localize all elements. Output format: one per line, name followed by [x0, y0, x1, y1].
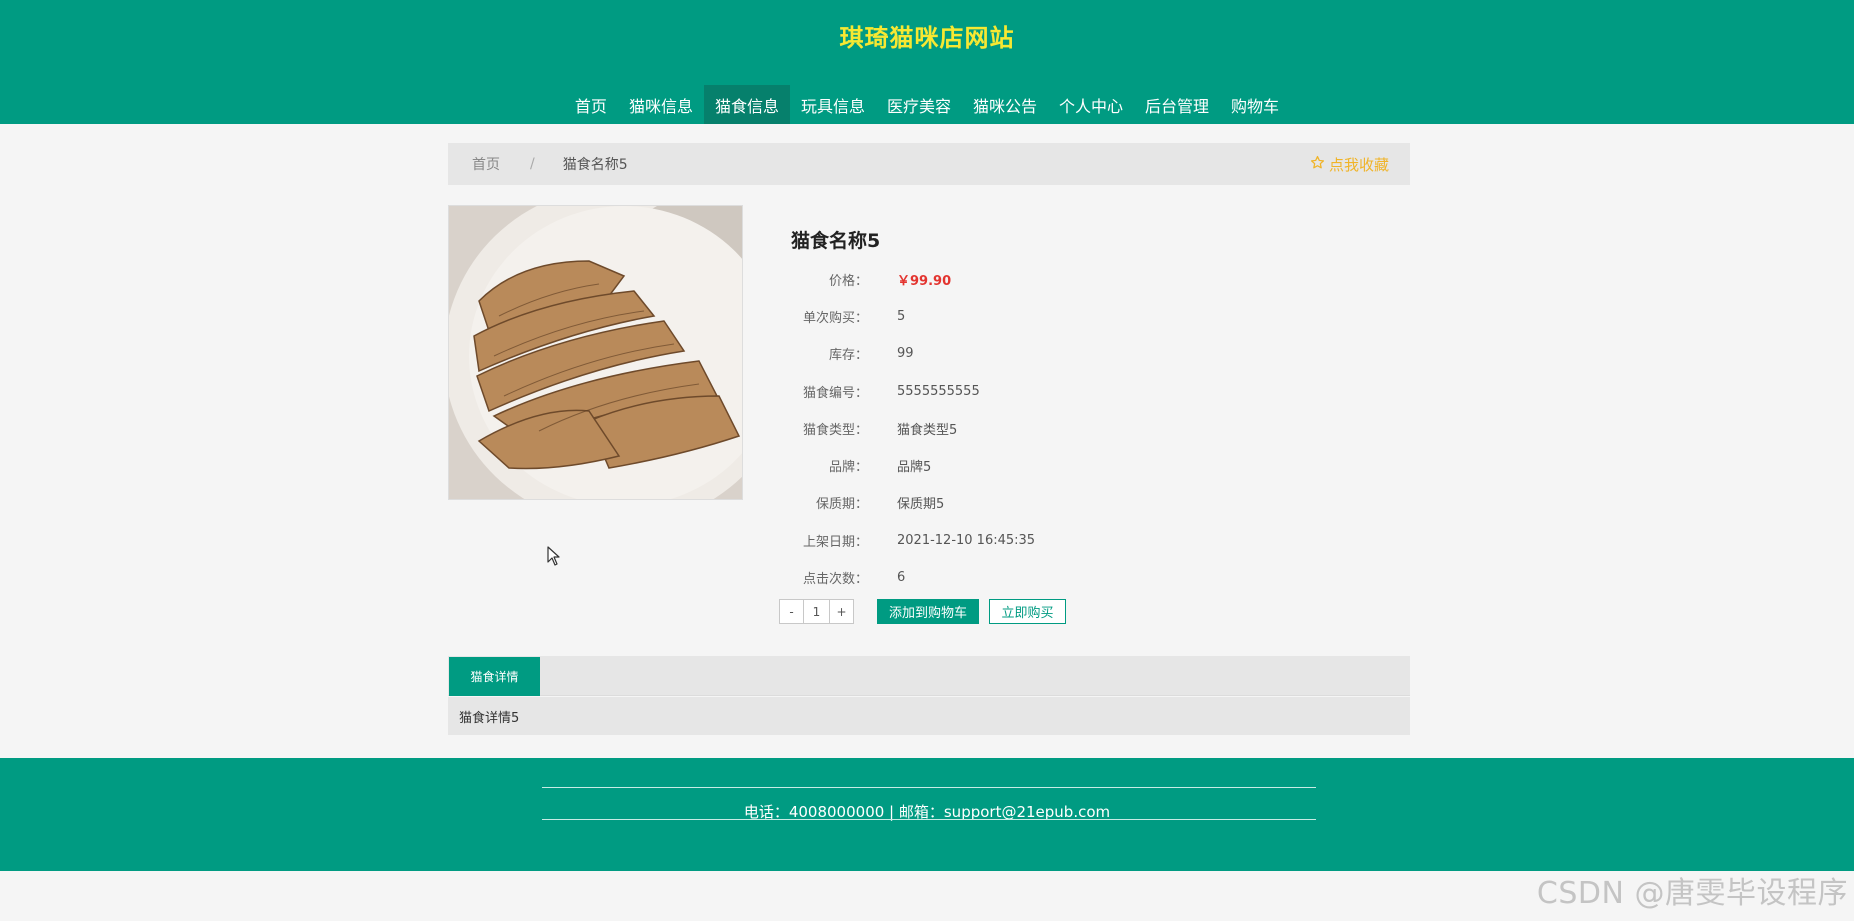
- favorite-label: 点我收藏: [1328, 156, 1389, 174]
- attr-label: 保质期：: [815, 496, 868, 512]
- attr-value: 猫食类型5: [897, 422, 958, 438]
- watermark: CSDN @唐雯毕设程序: [1536, 876, 1848, 911]
- attr-value: 保质期5: [897, 496, 945, 512]
- product-image: [448, 205, 743, 500]
- attr-value-price: ￥99.90: [897, 273, 952, 289]
- breadcrumb-home[interactable]: 首页: [472, 154, 500, 174]
- quantity-stepper: - 1 +: [779, 599, 854, 624]
- attr-label: 库存：: [828, 347, 868, 363]
- attr-label: 猫食编号：: [802, 385, 868, 401]
- quantity-minus-button[interactable]: -: [779, 599, 804, 624]
- nav-item-home[interactable]: 首页: [564, 85, 618, 124]
- attr-value: 5555555555: [897, 383, 980, 399]
- mouse-cursor-icon: [547, 546, 561, 570]
- nav-item-cart[interactable]: 购物车: [1220, 85, 1290, 124]
- attr-value: 5: [897, 308, 906, 324]
- footer-contact: 电话：4008000000 | 邮箱：support@21epub.com: [743, 803, 1111, 821]
- attr-brand: 品牌： 品牌5: [740, 455, 1240, 475]
- tab-detail[interactable]: 猫食详情: [449, 657, 540, 696]
- attr-label: 点击次数：: [802, 571, 868, 587]
- attr-value: 品牌5: [897, 459, 932, 475]
- attr-label: 上架日期：: [802, 534, 868, 550]
- nav-item-announcements[interactable]: 猫咪公告: [962, 85, 1048, 124]
- attr-stock: 库存： 99: [740, 343, 1240, 363]
- attr-label: 品牌：: [828, 459, 868, 475]
- attr-label: 猫食类型：: [802, 422, 868, 438]
- main-nav: 首页 猫咪信息 猫食信息 玩具信息 医疗美容 猫咪公告 个人中心 后台管理 购物…: [0, 85, 1854, 124]
- nav-item-cat-food[interactable]: 猫食信息: [703, 85, 790, 124]
- buy-now-button[interactable]: 立即购买: [989, 599, 1066, 624]
- nav-item-medical-beauty[interactable]: 医疗美容: [876, 85, 962, 124]
- favorite-button[interactable]: 点我收藏: [1310, 154, 1389, 175]
- product-name: 猫食名称5: [791, 230, 881, 252]
- attr-click-count: 点击次数： 6: [740, 567, 1240, 587]
- attr-shelf-life: 保质期： 保质期5: [740, 492, 1240, 512]
- attr-listed-date: 上架日期： 2021-12-10 16:45:35: [740, 530, 1240, 550]
- quantity-input[interactable]: 1: [804, 599, 829, 624]
- attr-value: 6: [897, 569, 906, 585]
- quantity-plus-button[interactable]: +: [829, 599, 854, 624]
- nav-item-admin[interactable]: 后台管理: [1134, 85, 1220, 124]
- add-to-cart-button[interactable]: 添加到购物车: [877, 599, 979, 624]
- detail-tabs: 猫食详情: [448, 656, 1410, 696]
- nav-item-cats[interactable]: 猫咪信息: [618, 85, 704, 124]
- breadcrumb: 首页 / 猫食名称5 点我收藏: [448, 143, 1410, 185]
- site-header: 琪琦猫咪店网站 首页 猫咪信息 猫食信息 玩具信息 医疗美容 猫咪公告 个人中心…: [0, 0, 1854, 124]
- nav-item-toys[interactable]: 玩具信息: [790, 85, 876, 124]
- attr-per-purchase: 单次购买： 5: [740, 306, 1240, 326]
- attr-price: 价格： ￥99.90: [740, 269, 1240, 289]
- breadcrumb-separator: /: [530, 156, 535, 172]
- attr-code: 猫食编号： 5555555555: [740, 381, 1240, 401]
- attr-label: 价格：: [828, 273, 868, 289]
- attr-value: 2021-12-10 16:45:35: [897, 532, 1036, 548]
- site-footer: 电话：4008000000 | 邮箱：support@21epub.com: [0, 758, 1854, 871]
- breadcrumb-current: 猫食名称5: [562, 157, 628, 173]
- nav-item-profile[interactable]: 个人中心: [1048, 85, 1134, 124]
- site-title: 琪琦猫咪店网站: [839, 24, 1015, 52]
- footer-divider-bottom: [542, 819, 1316, 820]
- attr-type: 猫食类型： 猫食类型5: [740, 418, 1240, 438]
- attr-label: 单次购买：: [802, 310, 868, 326]
- star-outline-icon: [1310, 155, 1325, 174]
- tab-content: 猫食详情5: [448, 697, 1410, 735]
- attr-value: 99: [897, 345, 914, 361]
